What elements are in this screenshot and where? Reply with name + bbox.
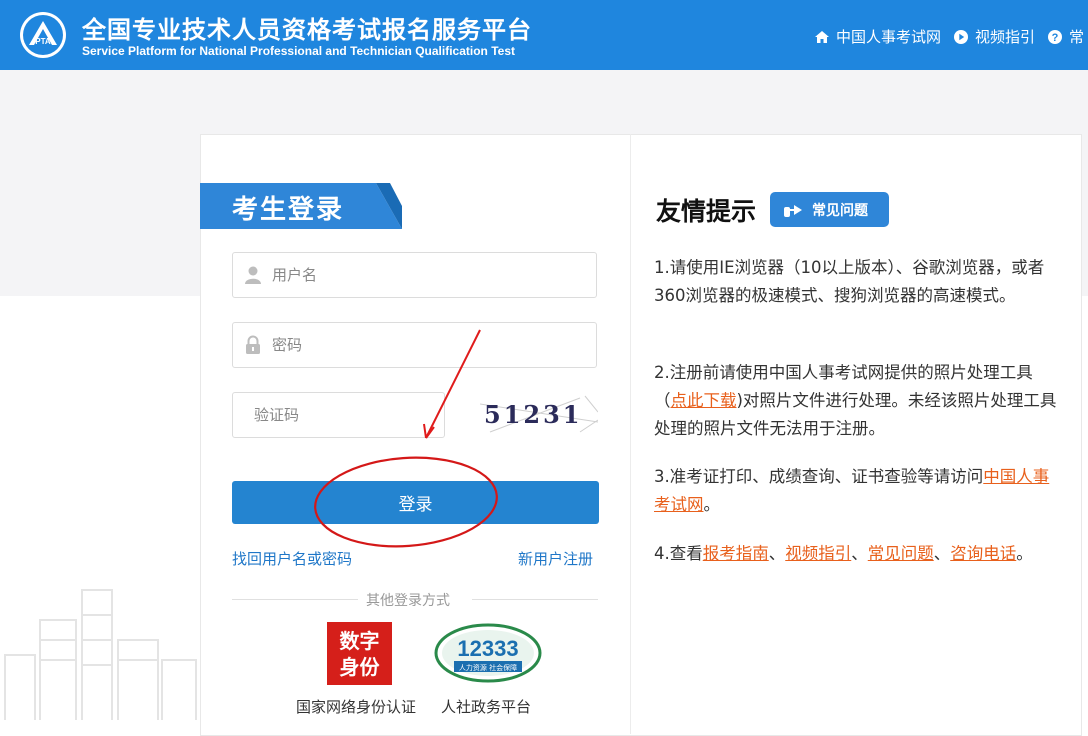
tip-1: 1.请使用IE浏览器（10以上版本）、谷歌浏览器，或者360浏览器的极速模式、搜…	[654, 258, 1045, 305]
home-icon	[815, 30, 829, 43]
svg-text:PTA: PTA	[35, 37, 51, 46]
password-field[interactable]	[232, 322, 597, 368]
password-input[interactable]	[270, 324, 596, 366]
user-icon	[245, 266, 261, 284]
login-button[interactable]: 登录	[232, 481, 599, 524]
city-skyline-decoration	[4, 589, 197, 720]
divider-right	[472, 599, 598, 600]
svg-text:人力资源 社会保障: 人力资源 社会保障	[459, 663, 517, 672]
consult-phone-link[interactable]: 咨询电话	[950, 544, 1016, 563]
lock-icon	[246, 335, 260, 354]
separator: 、	[933, 544, 951, 563]
username-input[interactable]	[270, 254, 596, 296]
faq-badge-button[interactable]: 常见问题	[770, 192, 889, 227]
nav-video-guide-link[interactable]: 视频指引	[953, 26, 1035, 47]
digital-identity-label[interactable]: 国家网络身份认证	[296, 696, 416, 717]
play-icon	[954, 29, 969, 44]
top-header: PTA 全国专业技术人员资格考试报名服务平台 Service Platform …	[0, 0, 1088, 70]
pointing-hand-icon	[784, 204, 802, 217]
nav-video-guide-label: 视频指引	[975, 28, 1036, 46]
site-title: 全国专业技术人员资格考试报名服务平台	[82, 16, 532, 44]
tip-3-text-a: 3.准考证打印、成绩查询、证书查验等请访问	[654, 467, 984, 486]
forgot-credentials-link[interactable]: 找回用户名或密码	[232, 548, 352, 569]
pta-logo: PTA	[20, 12, 66, 58]
nav-faq-link[interactable]: ? 常	[1047, 26, 1084, 47]
site-subtitle: Service Platform for National Profession…	[82, 44, 515, 58]
tip-4-text-a: 4.查看	[654, 544, 703, 563]
nav-faq-label: 常	[1069, 28, 1085, 46]
captcha-input[interactable]	[252, 394, 450, 436]
exam-guide-link[interactable]: 报考指南	[703, 544, 769, 563]
hrss-platform-label[interactable]: 人社政务平台	[441, 696, 531, 717]
svg-text:51231: 51231	[484, 400, 583, 429]
top-nav: 中国人事考试网 视频指引 ? 常	[814, 26, 1088, 47]
separator: 、	[851, 544, 868, 563]
tip-4-text-b: 。	[1016, 544, 1033, 563]
tip-3: 3.准考证打印、成绩查询、证书查验等请访问中国人事考试网。	[654, 463, 1059, 519]
username-field[interactable]	[232, 252, 597, 298]
tip-3-text-b: 。	[703, 495, 721, 514]
tip-4: 4.查看报考指南、视频指引、常见问题、咨询电话。	[654, 540, 1059, 568]
divider-left	[232, 599, 358, 600]
login-heading: 考生登录	[232, 195, 345, 225]
nav-cpta-link[interactable]: 中国人事考试网	[814, 26, 941, 47]
video-guide-link[interactable]: 视频指引	[785, 544, 851, 563]
svg-text:?: ?	[1052, 32, 1059, 44]
faq-badge-label: 常见问题	[812, 202, 868, 219]
tips-title: 友情提示	[656, 197, 757, 226]
captcha-field[interactable]	[232, 392, 450, 438]
other-login-methods-label: 其他登录方式	[366, 593, 450, 609]
digital-identity-logo-line2: 身份	[339, 655, 380, 679]
separator: 、	[768, 544, 786, 563]
register-link[interactable]: 新用户注册	[518, 548, 593, 569]
hrss-12333-logo[interactable]: 12333 人力资源 社会保障	[434, 622, 542, 684]
help-icon: ?	[1048, 29, 1063, 44]
digital-identity-logo-line1: 数字	[339, 629, 380, 653]
card-divider	[630, 134, 631, 734]
digital-identity-logo[interactable]: 数字 身份	[327, 622, 392, 685]
faq-link[interactable]: 常见问题	[868, 544, 934, 563]
nav-cpta-label: 中国人事考试网	[836, 28, 942, 46]
photo-tool-download-link[interactable]: 点此下载	[671, 391, 737, 410]
captcha-image[interactable]: 51231	[480, 392, 598, 438]
svg-text:12333: 12333	[457, 636, 518, 661]
tip-2: 2.注册前请使用中国人事考试网提供的照片处理工具（点此下载)对照片文件进行处理。…	[654, 359, 1059, 443]
